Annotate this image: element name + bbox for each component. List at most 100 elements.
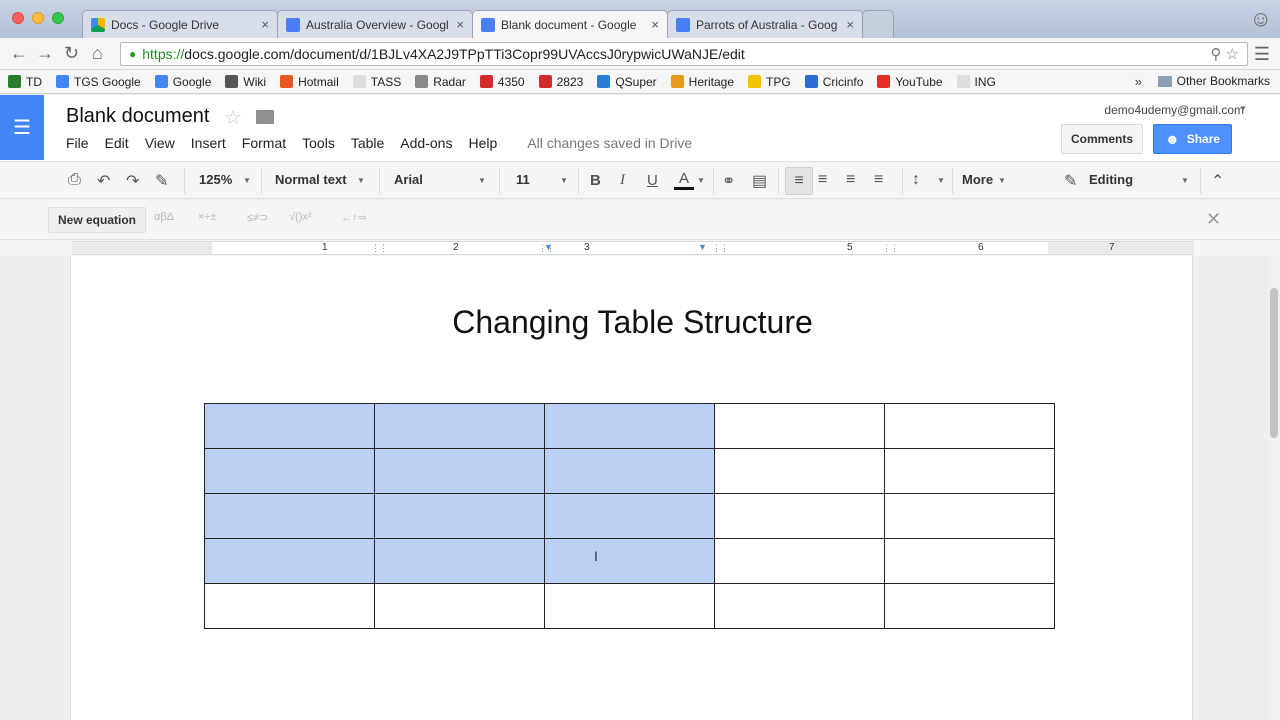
table-cell[interactable] [374,403,545,449]
maximize-window-button[interactable] [52,12,64,24]
ruler[interactable]: 1 2 3 5 6 7 ⋮⋮ ⋮⋮ ⋮⋮ ▼ ▼ ⋮⋮ [72,241,1194,255]
browser-menu-icon[interactable]: ☰ [1254,44,1270,65]
editing-mode-select[interactable]: Editing [1089,172,1133,187]
bookmarks-overflow-button[interactable]: » [1135,74,1142,89]
bookmark-item[interactable]: TASS [352,75,401,89]
menu-format[interactable]: Format [234,135,294,151]
paint-format-icon[interactable]: ✎ [155,171,168,191]
table-cell[interactable] [544,403,715,449]
document-page[interactable]: Changing Table Structure [70,256,1193,720]
chevron-down-icon[interactable]: ▼ [937,176,945,185]
chevron-down-icon[interactable]: ▼ [1239,104,1247,113]
table-cell[interactable] [884,448,1055,494]
table-cell[interactable] [204,538,375,584]
bookmark-item[interactable]: Heritage [670,75,734,89]
chevron-down-icon[interactable]: ▼ [697,176,705,185]
menu-view[interactable]: View [137,135,183,151]
chevron-down-icon[interactable]: ▼ [1181,176,1189,185]
font-select[interactable]: Arial [394,172,423,187]
table-cell[interactable] [714,493,885,539]
reload-icon[interactable]: ↻ [64,43,79,64]
table-cell[interactable] [374,448,545,494]
align-center-icon[interactable]: ≡ [818,171,827,189]
text-color-button[interactable]: A [674,170,694,190]
bookmark-item[interactable]: TPG [748,75,791,89]
chevron-down-icon[interactable]: ▼ [243,176,251,185]
minimize-window-button[interactable] [32,12,44,24]
bookmark-item[interactable]: Wiki [225,75,266,89]
arrows-menu[interactable]: ←↑⇒ [341,211,367,224]
back-icon[interactable]: ← [10,43,28,64]
menu-file[interactable]: File [58,135,97,151]
bookmark-item[interactable]: TD [8,75,42,89]
share-button[interactable]: ☻ Share [1153,124,1232,154]
comments-button[interactable]: Comments [1061,124,1143,154]
bookmark-item[interactable]: QSuper [597,75,657,89]
home-icon[interactable]: ⌂ [92,43,103,64]
align-right-icon[interactable]: ≡ [846,171,855,189]
scrollbar-thumb[interactable] [1270,288,1278,438]
chevron-down-icon[interactable]: ▼ [998,176,1006,185]
scrollbar[interactable] [1268,256,1280,720]
column-marker[interactable]: ⋮⋮ [371,243,388,254]
table-cell[interactable] [374,583,545,629]
menu-tools[interactable]: Tools [294,135,343,151]
bookmark-item[interactable]: TGS Google [56,75,141,89]
close-window-button[interactable] [12,12,24,24]
bookmark-item[interactable]: 4350 [479,75,525,89]
table-cell[interactable] [374,538,545,584]
print-icon[interactable]: ⎙ [68,171,81,189]
browser-tab-australia[interactable]: Australia Overview - Googl × [277,10,473,38]
table-cell[interactable] [544,538,715,584]
column-marker[interactable]: ⋮⋮ [882,243,899,254]
close-icon[interactable]: × [846,17,854,32]
table-cell[interactable] [884,583,1055,629]
bookmark-item[interactable]: 2823 [538,75,583,89]
menu-help[interactable]: Help [460,135,505,151]
paragraph-style-select[interactable]: Normal text [275,172,347,187]
menu-insert[interactable]: Insert [183,135,234,151]
bookmark-item[interactable]: Hotmail [280,75,339,89]
bookmark-item[interactable]: Radar [415,75,466,89]
redo-icon[interactable]: ↷ [126,171,139,191]
table-cell[interactable] [714,403,885,449]
table-cell[interactable] [544,493,715,539]
bookmark-item[interactable]: Google [154,75,211,89]
table-cell[interactable] [884,493,1055,539]
new-tab-button[interactable] [862,10,894,38]
link-icon[interactable]: ⚭ [722,171,735,191]
table-cell[interactable] [204,493,375,539]
table-cell[interactable] [714,583,885,629]
table-cell[interactable] [714,448,885,494]
math-operators-menu[interactable]: √()x² [289,211,312,223]
column-marker[interactable]: ⋮⋮ [712,243,729,254]
menu-addons[interactable]: Add-ons [392,135,460,151]
address-bar[interactable]: ● https:// docs.google.com/document/d/1B… [120,42,1248,66]
underline-button[interactable]: U [647,172,658,189]
close-icon[interactable]: × [651,17,659,32]
forward-icon[interactable]: → [36,43,54,64]
chevron-down-icon[interactable]: ▼ [478,176,486,185]
relations-menu[interactable]: ≤≠⊃ [247,211,268,224]
bookmark-item[interactable]: ING [956,75,996,89]
bold-button[interactable]: B [590,172,601,189]
table-cell[interactable] [204,403,375,449]
account-email[interactable]: demo4udemy@gmail.com [1104,103,1244,117]
italic-button[interactable]: I [620,172,625,189]
table-cell[interactable] [544,583,715,629]
star-icon[interactable]: ☆ [224,105,242,130]
chevron-down-icon[interactable]: ▼ [560,176,568,185]
menu-edit[interactable]: Edit [97,135,137,151]
table-cell[interactable] [374,493,545,539]
close-icon[interactable]: ✕ [1206,209,1221,230]
line-spacing-icon[interactable]: ↕ [912,171,920,189]
table-cell[interactable] [204,448,375,494]
close-icon[interactable]: × [261,17,269,32]
document-title[interactable]: Blank document [66,105,209,128]
zoom-search-icon[interactable]: ⚲ ☆ [1210,45,1239,63]
document-table[interactable] [204,403,1055,629]
greek-letters-menu[interactable]: αβΔ [154,211,174,223]
misc-operations-menu[interactable]: ×÷± [198,211,217,223]
other-bookmarks[interactable]: Other Bookmarks [1157,74,1270,88]
bookmark-item[interactable]: Cricinfo [804,75,863,89]
